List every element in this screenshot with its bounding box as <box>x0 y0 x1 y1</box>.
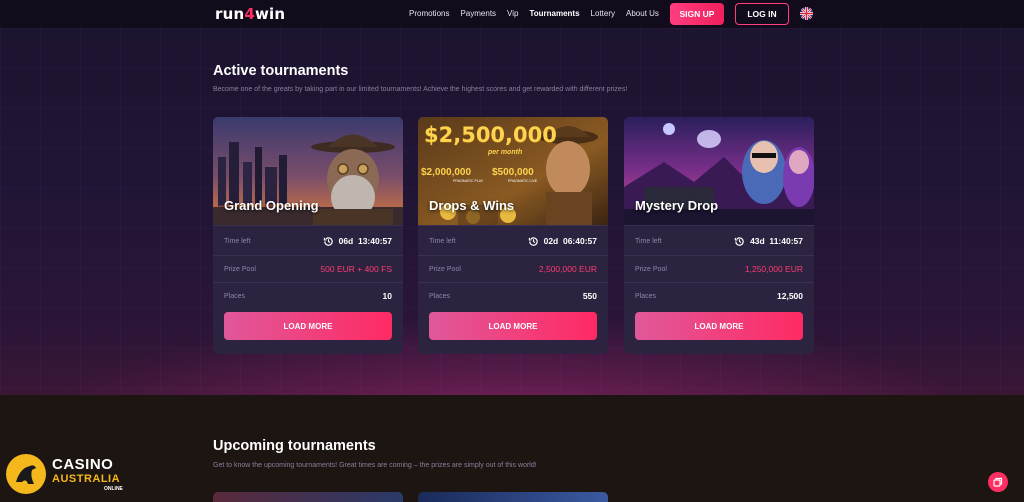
card-divider <box>624 255 814 256</box>
card-divider <box>213 225 403 226</box>
prize-pool-value: 2,500,000 EUR <box>538 264 597 274</box>
card-title: Drops & Wins <box>429 198 515 213</box>
chat-icon <box>993 477 1003 487</box>
card-divider <box>213 255 403 256</box>
active-tournaments-subtitle: Become one of the greats by taking part … <box>213 86 628 93</box>
clock-icon <box>323 236 333 246</box>
sign-up-button[interactable]: SIGN UP <box>670 3 724 25</box>
time-left-label: Time left <box>429 237 456 245</box>
tournament-card-grand-opening: Grand Opening Time left 06d 13:40:57 Pri… <box>213 117 403 354</box>
load-more-button[interactable]: LOAD MORE <box>429 312 597 340</box>
banner-left-amount: $2,000,000 <box>421 167 472 178</box>
log-in-button[interactable]: LOG IN <box>735 3 789 25</box>
logo-text-run: run <box>215 5 245 23</box>
card-divider <box>213 282 403 283</box>
kangaroo-logo-icon <box>6 454 46 494</box>
upcoming-tournaments-subtitle: Get to know the upcoming tournaments! Gr… <box>213 462 537 469</box>
prize-pool-label: Prize Pool <box>635 265 667 273</box>
time-left-row: Time left 43d 11:40:57 <box>635 234 803 248</box>
nav-payments[interactable]: Payments <box>460 9 496 18</box>
card-divider <box>418 225 608 226</box>
card-divider <box>418 255 608 256</box>
upcoming-card-peek[interactable] <box>418 492 608 502</box>
time-left-value: 43d 11:40:57 <box>734 236 803 247</box>
run4win-logo[interactable]: run4win <box>215 5 285 23</box>
main-nav: Promotions Payments Vip Tournaments Lott… <box>409 9 670 18</box>
clock-icon <box>528 236 538 246</box>
places-value: 10 <box>382 291 392 301</box>
card-title: Grand Opening <box>224 198 319 213</box>
card-divider <box>624 225 814 226</box>
nav-lottery[interactable]: Lottery <box>591 9 615 18</box>
casino-australia-watermark: CASINO AUSTRALIA ONLINE <box>4 452 134 496</box>
time-left-text: 06d 13:40:57 <box>338 236 392 246</box>
banner-period: per month <box>488 149 523 156</box>
banner-amount: $2,500,000 <box>424 123 557 147</box>
watermark-line2: AUSTRALIA <box>52 473 121 485</box>
time-left-label: Time left <box>635 237 662 245</box>
nav-vip[interactable]: Vip <box>507 9 518 18</box>
prize-pool-row: Prize Pool 500 EUR + 400 FS <box>224 262 392 276</box>
prize-pool-row: Prize Pool 1,250,000 EUR <box>635 262 803 276</box>
tournament-card-mystery-drop: Mystery Drop Time left 43d 11:40:57 Priz… <box>624 117 814 354</box>
places-value: 550 <box>582 291 597 301</box>
places-value: 12,500 <box>777 291 803 301</box>
active-tournaments-title: Active tournaments <box>213 63 349 79</box>
places-label: Places <box>224 292 246 300</box>
top-header: run4win Promotions Payments Vip Tourname… <box>0 0 1024 28</box>
banner-right-provider: PRAGMATIC LIVE <box>508 179 538 183</box>
prize-pool-label: Prize Pool <box>224 265 256 273</box>
tournament-card-drops-wins: $2,500,000 per month $2,000,000 PRAGMATI… <box>418 117 608 354</box>
upcoming-tournaments-title: Upcoming tournaments <box>213 438 376 454</box>
chat-button[interactable] <box>988 472 1008 492</box>
logo-text-win: win <box>255 5 286 23</box>
clock-icon <box>734 236 744 246</box>
time-left-row: Time left 06d 13:40:57 <box>224 234 392 248</box>
watermark-line3: ONLINE <box>104 486 123 492</box>
time-left-value: 02d 06:40:57 <box>528 236 597 247</box>
upcoming-card-peek[interactable] <box>213 492 403 502</box>
time-left-text: 43d 11:40:57 <box>750 236 803 246</box>
load-more-button[interactable]: LOAD MORE <box>224 312 392 340</box>
nav-about-us[interactable]: About Us <box>626 9 659 18</box>
places-label: Places <box>429 292 451 300</box>
prize-pool-label: Prize Pool <box>429 265 461 273</box>
time-left-text: 02d 06:40:57 <box>543 236 597 246</box>
places-row: Places 550 <box>429 289 597 303</box>
prize-pool-value: 1,250,000 EUR <box>744 264 803 274</box>
nav-promotions[interactable]: Promotions <box>409 9 449 18</box>
load-more-button[interactable]: LOAD MORE <box>635 312 803 340</box>
uk-flag-icon[interactable] <box>800 7 813 20</box>
card-title: Mystery Drop <box>635 198 719 213</box>
card-divider <box>624 282 814 283</box>
time-left-value: 06d 13:40:57 <box>323 236 392 247</box>
time-left-label: Time left <box>224 237 251 245</box>
nav-tournaments[interactable]: Tournaments <box>529 9 579 18</box>
banner-left-provider: PRAGMATIC PLAY <box>453 179 484 183</box>
prize-pool-row: Prize Pool 2,500,000 EUR <box>429 262 597 276</box>
places-row: Places 12,500 <box>635 289 803 303</box>
places-label: Places <box>635 292 657 300</box>
logo-text-4: 4 <box>244 5 255 23</box>
card-divider <box>418 282 608 283</box>
prize-pool-value: 500 EUR + 400 FS <box>320 264 392 274</box>
upcoming-background <box>0 395 1024 502</box>
banner-right-amount: $500,000 <box>492 167 534 178</box>
time-left-row: Time left 02d 06:40:57 <box>429 234 597 248</box>
places-row: Places 10 <box>224 289 392 303</box>
watermark-line1: CASINO <box>52 456 114 473</box>
